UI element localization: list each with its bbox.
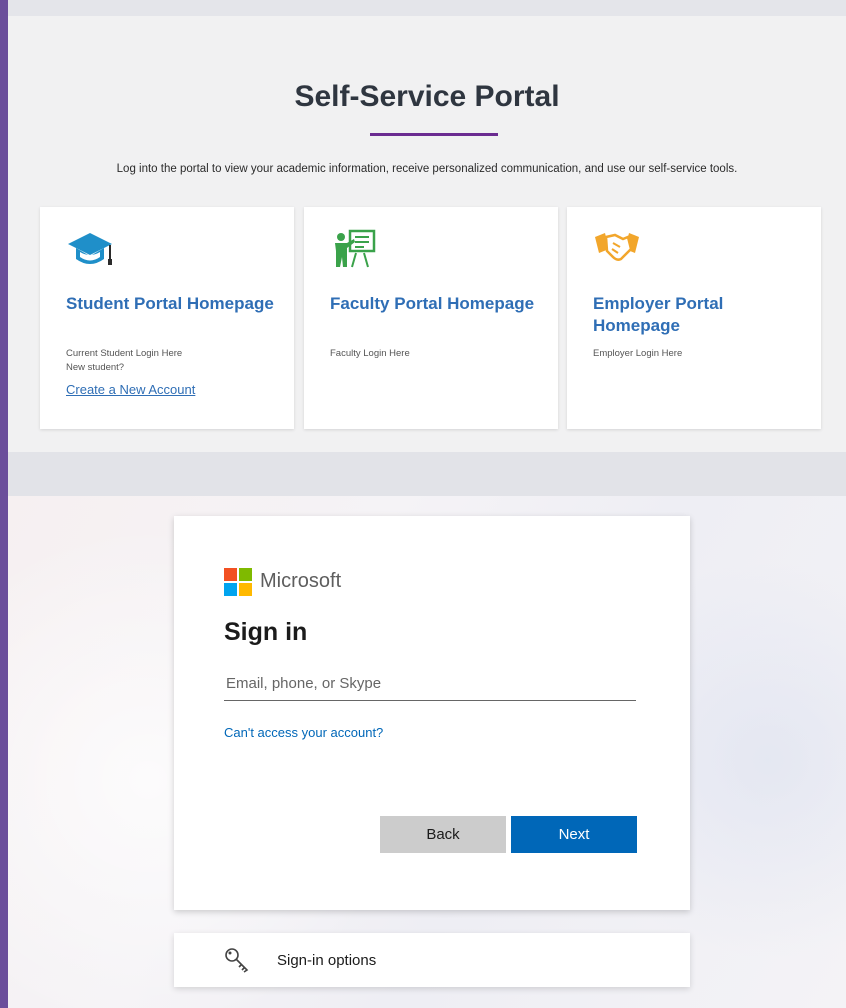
student-portal-card[interactable]: Student Portal Homepage Current Student … bbox=[40, 207, 294, 429]
page-title: Self-Service Portal bbox=[294, 80, 560, 113]
signin-card: Microsoft Sign in Can't access your acco… bbox=[174, 516, 690, 910]
student-login-text: Current Student Login Here bbox=[66, 348, 183, 359]
page-frame: Self-Service Portal Log into the portal … bbox=[8, 0, 846, 1008]
handshake-icon bbox=[595, 233, 639, 261]
teacher-board-icon bbox=[335, 229, 376, 268]
portal-description: Log into the portal to view your academi… bbox=[116, 163, 738, 175]
top-band bbox=[8, 0, 846, 16]
section-divider bbox=[8, 452, 846, 496]
back-button[interactable]: Back bbox=[380, 816, 506, 853]
employer-portal-title[interactable]: Employer Portal Homepage bbox=[593, 293, 803, 337]
faculty-portal-title[interactable]: Faculty Portal Homepage bbox=[330, 293, 540, 315]
microsoft-brand: Microsoft bbox=[260, 570, 342, 592]
graduation-cap-icon bbox=[68, 233, 112, 265]
employer-portal-card[interactable]: Employer Portal Homepage Employer Login … bbox=[567, 207, 821, 429]
microsoft-logo-icon bbox=[224, 568, 252, 596]
create-account-link[interactable]: Create a New Account bbox=[66, 382, 195, 397]
faculty-login-text: Faculty Login Here bbox=[330, 348, 410, 359]
signin-options-button[interactable]: Sign-in options bbox=[174, 933, 690, 987]
cant-access-link[interactable]: Can't access your account? bbox=[224, 725, 383, 740]
signin-heading: Sign in bbox=[224, 618, 308, 646]
key-icon bbox=[225, 948, 249, 973]
new-student-text: New student? bbox=[66, 362, 125, 373]
next-button[interactable]: Next bbox=[511, 816, 637, 853]
faculty-portal-card[interactable]: Faculty Portal Homepage Faculty Login He… bbox=[304, 207, 558, 429]
email-input[interactable] bbox=[224, 666, 636, 701]
signin-options-label: Sign-in options bbox=[277, 952, 377, 969]
title-underline bbox=[370, 133, 498, 136]
student-portal-title[interactable]: Student Portal Homepage bbox=[66, 293, 276, 315]
employer-login-text: Employer Login Here bbox=[593, 348, 683, 359]
